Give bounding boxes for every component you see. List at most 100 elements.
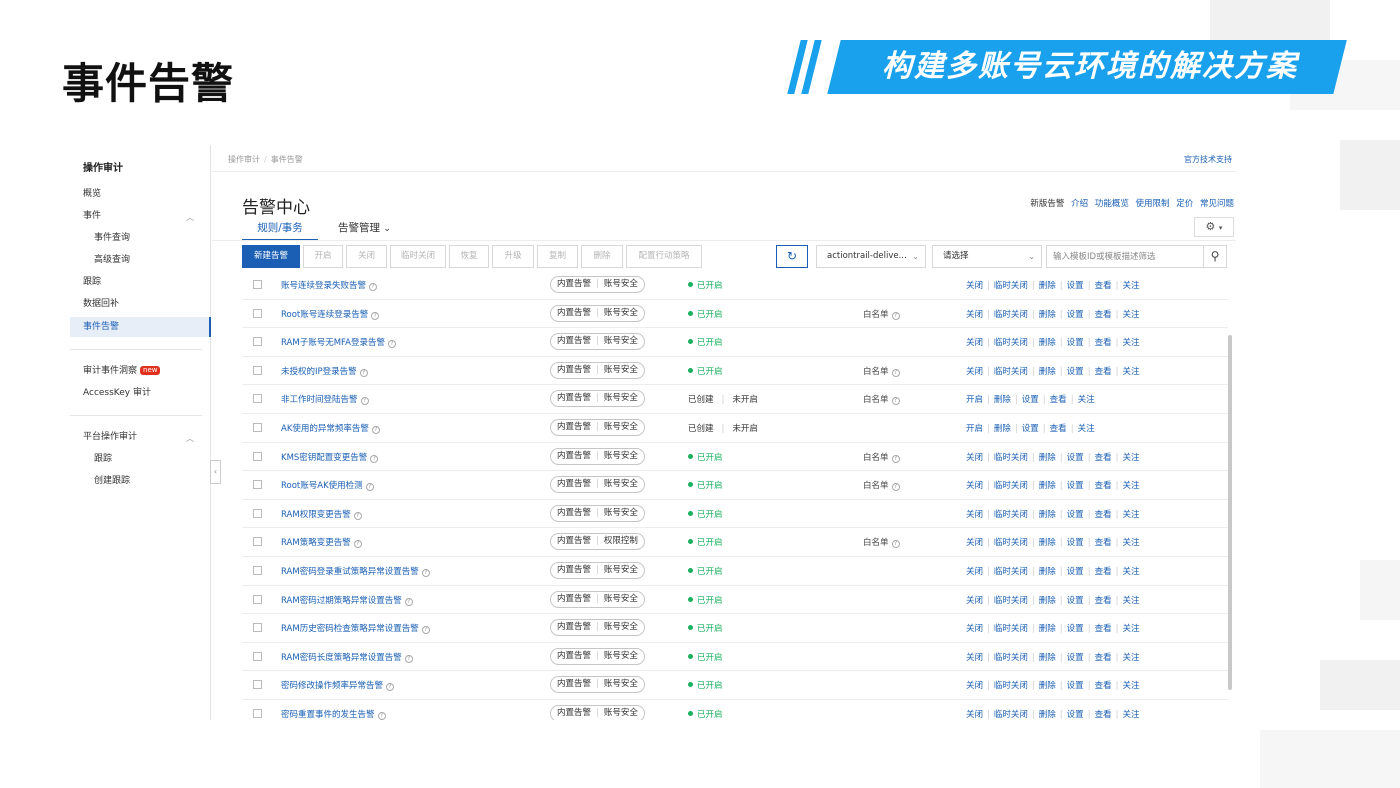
rule-name-link[interactable]: RAM历史密码检查策略异常设置告警?	[281, 622, 430, 635]
copy-button[interactable]: 复制	[537, 245, 578, 268]
support-link[interactable]: 官方技术支持	[1184, 154, 1232, 165]
row-action-link[interactable]: 删除	[994, 395, 1011, 405]
row-action-link[interactable]: 开启	[966, 424, 983, 434]
help-icon[interactable]: ?	[370, 454, 379, 463]
row-action-link[interactable]: 关注	[1122, 538, 1139, 548]
row-action-link[interactable]: 关闭	[966, 624, 983, 634]
row-action-link[interactable]: 删除	[1039, 510, 1056, 520]
row-action-link[interactable]: 删除	[1039, 453, 1056, 463]
row-checkbox[interactable]	[253, 623, 262, 633]
help-icon[interactable]: ?	[360, 397, 369, 406]
row-action-link[interactable]: 删除	[1039, 567, 1056, 577]
rule-name-link[interactable]: 非工作时间登陆告警?	[281, 393, 369, 406]
filter-select[interactable]: 请选择 ⌄	[932, 245, 1042, 268]
row-action-link[interactable]: 删除	[1039, 367, 1056, 377]
row-action-link[interactable]: 关注	[1122, 596, 1139, 606]
row-action-link[interactable]: 设置	[1067, 338, 1084, 348]
search-input[interactable]	[1046, 245, 1204, 268]
temp-disable-button[interactable]: 临时关闭	[390, 245, 446, 268]
chevron-up-icon[interactable]: ︿	[186, 433, 194, 444]
row-checkbox[interactable]	[253, 566, 262, 575]
rule-name-link[interactable]: 账号连续登录失败告警?	[281, 279, 378, 291]
whitelist[interactable]: 白名单?	[863, 365, 900, 377]
link-intro[interactable]: 介绍	[1071, 199, 1088, 209]
row-action-link[interactable]: 关注	[1122, 453, 1139, 463]
row-action-link[interactable]: 查看	[1095, 538, 1112, 548]
sidebar-item-insights[interactable]: 审计事件洞察 new	[83, 361, 161, 381]
row-action-link[interactable]: 设置	[1067, 567, 1084, 577]
row-action-link[interactable]: 关注	[1122, 367, 1139, 377]
row-checkbox[interactable]	[253, 537, 262, 547]
row-action-link[interactable]: 删除	[1039, 310, 1056, 320]
help-icon[interactable]: ?	[891, 397, 900, 406]
row-action-link[interactable]: 删除	[994, 424, 1011, 434]
row-action-link[interactable]: 关闭	[966, 653, 983, 663]
chevron-up-icon[interactable]: ︿	[186, 212, 194, 223]
rule-name-link[interactable]: 未授权的IP登录告警?	[281, 365, 368, 377]
rule-name-link[interactable]: 密码重置事件的发生告警?	[281, 708, 386, 720]
row-action-link[interactable]: 删除	[1039, 653, 1056, 663]
rule-name-link[interactable]: RAM策略变更告警?	[281, 536, 362, 549]
row-action-link[interactable]: 关闭	[966, 367, 983, 377]
row-action-link[interactable]: 查看	[1095, 510, 1112, 520]
row-action-link[interactable]: 查看	[1095, 367, 1112, 377]
row-action-link[interactable]: 临时关闭	[994, 624, 1028, 634]
row-action-link[interactable]: 查看	[1095, 338, 1112, 348]
tab-alert-management[interactable]: 告警管理 ⌄	[338, 221, 391, 241]
rule-name-link[interactable]: RAM密码过期策略异常设置告警?	[281, 594, 413, 606]
row-checkbox[interactable]	[253, 680, 262, 690]
row-action-link[interactable]: 设置	[1067, 624, 1084, 634]
row-action-link[interactable]: 关注	[1122, 281, 1139, 291]
row-action-link[interactable]: 删除	[1039, 538, 1056, 548]
settings-button[interactable]: ⚙ ▾	[1194, 217, 1234, 237]
row-checkbox[interactable]	[253, 423, 262, 432]
row-action-link[interactable]: 临时关闭	[994, 710, 1028, 720]
help-icon[interactable]: ?	[891, 311, 900, 320]
row-action-link[interactable]: 设置	[1067, 538, 1084, 548]
row-action-link[interactable]: 查看	[1095, 481, 1112, 491]
help-icon[interactable]: ?	[891, 368, 900, 377]
row-action-link[interactable]: 关闭	[966, 281, 983, 291]
row-action-link[interactable]: 设置	[1067, 481, 1084, 491]
row-action-link[interactable]: 关注	[1122, 681, 1139, 691]
row-action-link[interactable]: 临时关闭	[994, 653, 1028, 663]
row-action-link[interactable]: 关注	[1122, 510, 1139, 520]
row-action-link[interactable]: 删除	[1039, 481, 1056, 491]
row-action-link[interactable]: 关注	[1122, 567, 1139, 577]
help-icon[interactable]: ?	[365, 483, 374, 492]
row-action-link[interactable]: 删除	[1039, 624, 1056, 634]
row-action-link[interactable]: 删除	[1039, 596, 1056, 606]
row-action-link[interactable]: 查看	[1095, 310, 1112, 320]
row-action-link[interactable]: 查看	[1095, 710, 1112, 720]
rule-name-link[interactable]: AK使用的异常频率告警?	[281, 422, 380, 434]
disable-button[interactable]: 关闭	[346, 245, 387, 268]
help-icon[interactable]: ?	[369, 283, 378, 291]
rule-name-link[interactable]: Root账号AK使用检测?	[281, 479, 374, 492]
link-faq[interactable]: 常见问题	[1200, 199, 1234, 209]
row-action-link[interactable]: 设置	[1022, 424, 1039, 434]
help-icon[interactable]: ?	[371, 311, 380, 320]
row-checkbox[interactable]	[253, 651, 262, 661]
row-action-link[interactable]: 关闭	[966, 310, 983, 320]
sidebar-item-event-query[interactable]: 事件查询	[94, 228, 130, 248]
row-action-link[interactable]: 查看	[1095, 681, 1112, 691]
rule-name-link[interactable]: RAM密码登录重试策略异常设置告警?	[281, 565, 430, 577]
link-features[interactable]: 功能概览	[1095, 199, 1129, 209]
row-action-link[interactable]: 临时关闭	[994, 481, 1028, 491]
row-action-link[interactable]: 设置	[1067, 281, 1084, 291]
sidebar-item-accesskey-audit[interactable]: AccessKey 审计	[83, 383, 151, 403]
rule-name-link[interactable]: 密码修改操作频率异常告警?	[281, 679, 395, 692]
sidebar-item-platform-audit[interactable]: 平台操作审计	[83, 427, 137, 447]
help-icon[interactable]: ?	[387, 340, 396, 349]
whitelist[interactable]: 白名单?	[863, 451, 900, 463]
row-action-link[interactable]: 删除	[1039, 281, 1056, 291]
help-icon[interactable]: ?	[359, 368, 368, 377]
row-action-link[interactable]: 开启	[966, 395, 983, 405]
row-action-link[interactable]: 查看	[1050, 424, 1067, 434]
row-action-link[interactable]: 设置	[1067, 510, 1084, 520]
row-action-link[interactable]: 设置	[1067, 653, 1084, 663]
new-alert-button[interactable]: 新建告警	[242, 245, 300, 268]
enable-button[interactable]: 开启	[303, 245, 343, 268]
row-action-link[interactable]: 临时关闭	[994, 538, 1028, 548]
row-action-link[interactable]: 临时关闭	[994, 310, 1028, 320]
